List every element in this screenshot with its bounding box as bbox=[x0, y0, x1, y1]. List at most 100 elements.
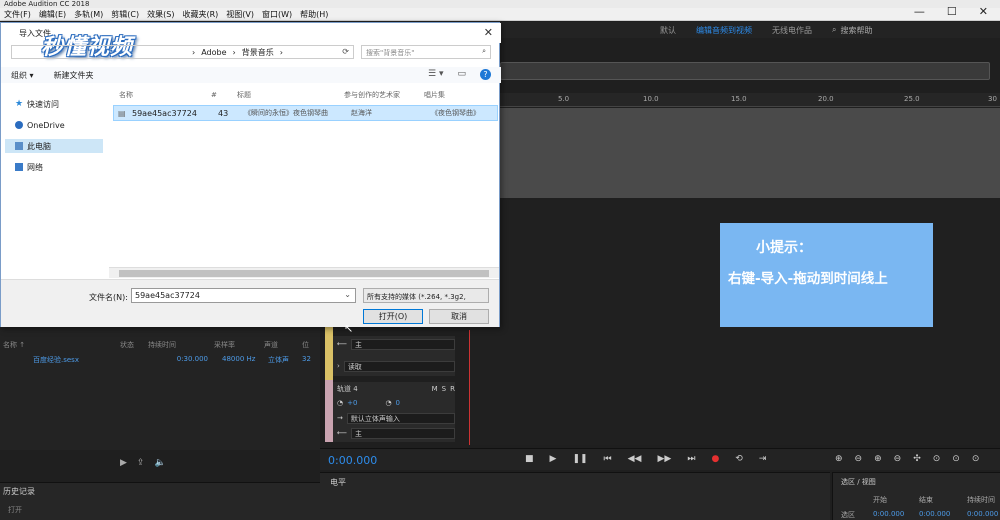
workspace-default[interactable]: 默认 bbox=[650, 25, 686, 36]
timecode[interactable]: 0:00.000 bbox=[328, 454, 377, 467]
play-icon[interactable]: ▶ bbox=[550, 454, 557, 464]
transport-bar: 0:00.000 ■ ▶ ❚❚ ⏮ ◀◀ ▶▶ ⏭ ● ⟲ ⇥ ⊕ ⊖ ⊕ ⊖ … bbox=[320, 448, 1000, 470]
track3-output[interactable]: ⟵ 主 bbox=[333, 338, 455, 350]
speaker-icon[interactable]: 🔈 bbox=[154, 458, 165, 472]
zoom-out-time-icon[interactable]: ⊖ bbox=[894, 454, 902, 464]
col-duration[interactable]: 持续时间 bbox=[148, 340, 214, 352]
selection-start[interactable]: 0:00.000 bbox=[873, 510, 904, 518]
stop-icon[interactable]: ■ bbox=[525, 454, 534, 464]
skip-icon[interactable]: ⇥ bbox=[759, 454, 767, 464]
rewind-icon[interactable]: ◀◀ bbox=[628, 454, 642, 464]
workspace-radio[interactable]: 无线电作品 bbox=[762, 25, 822, 36]
new-folder-button[interactable]: 新建文件夹 bbox=[54, 70, 94, 81]
go-to-end-icon[interactable]: ⏭ bbox=[687, 454, 695, 464]
menu-help[interactable]: 帮助(H) bbox=[296, 9, 332, 20]
volume-knob-icon[interactable]: ◔ bbox=[337, 399, 343, 407]
maximize-icon[interactable]: ☐ bbox=[947, 5, 957, 18]
list-item[interactable]: 百度经验.sesx 0:30.000 48000 Hz 立体声 32 bbox=[0, 355, 320, 365]
filename-input[interactable]: 59ae45ac37724 ⌄ bbox=[131, 288, 356, 303]
zoom-out-amplitude-icon[interactable]: ⊖ bbox=[855, 454, 863, 464]
col-channels[interactable]: 声道 bbox=[264, 340, 302, 352]
zoom-in-amplitude-icon[interactable]: ⊕ bbox=[835, 454, 843, 464]
search-help[interactable]: ⌕ 搜索帮助 bbox=[832, 25, 872, 36]
menu-edit[interactable]: 编辑(E) bbox=[35, 9, 70, 20]
col-bits[interactable]: 位 bbox=[302, 340, 316, 352]
go-to-start-icon[interactable]: ⏮ bbox=[604, 454, 612, 464]
menu-view[interactable]: 视图(V) bbox=[222, 9, 258, 20]
track4-mute-button[interactable]: M bbox=[432, 385, 438, 393]
menu-clip[interactable]: 剪辑(C) bbox=[107, 9, 143, 20]
col-status[interactable]: 状态 bbox=[120, 340, 148, 352]
col-title[interactable]: 标题 bbox=[237, 90, 344, 100]
track4-record-button[interactable]: R bbox=[450, 385, 455, 393]
playhead[interactable] bbox=[469, 330, 470, 445]
menu-file[interactable]: 文件(F) bbox=[0, 9, 35, 20]
close-icon[interactable]: ✕ bbox=[484, 26, 493, 39]
zoom-selection-icon[interactable]: ⊙ bbox=[933, 454, 941, 464]
zoom-out-point-icon[interactable]: ⊙ bbox=[972, 454, 980, 464]
track4-output[interactable]: ⟵ 主 bbox=[333, 427, 455, 439]
mouse-cursor-icon: ↖ bbox=[344, 322, 354, 335]
col-number[interactable]: # bbox=[211, 91, 237, 99]
selection-end[interactable]: 0:00.000 bbox=[919, 510, 950, 518]
track4-solo-button[interactable]: S bbox=[442, 385, 446, 393]
col-artist[interactable]: 参与创作的艺术家 bbox=[344, 90, 424, 100]
track4-input[interactable]: → 默认立体声输入 bbox=[333, 412, 455, 424]
pause-icon[interactable]: ❚❚ bbox=[572, 454, 587, 464]
horizontal-scrollbar[interactable] bbox=[109, 267, 499, 278]
breadcrumb-music[interactable]: 背景音乐 bbox=[242, 47, 274, 58]
track4-pan[interactable]: 0 bbox=[396, 399, 400, 407]
history-item[interactable]: 打开 bbox=[8, 505, 22, 515]
zoom-in-time-icon[interactable]: ⊕ bbox=[874, 454, 882, 464]
ruler-tick: 15.0 bbox=[731, 95, 747, 103]
record-icon[interactable]: ● bbox=[711, 454, 719, 464]
nav-onedrive[interactable]: OneDrive bbox=[5, 118, 103, 132]
organize-button[interactable]: 组织 ▾ bbox=[11, 70, 34, 81]
track4-volume[interactable]: +0 bbox=[347, 399, 357, 407]
nav-quick-access[interactable]: ★ 快速访问 bbox=[5, 97, 103, 111]
scrollbar-thumb[interactable] bbox=[119, 270, 489, 277]
zoom-fit-icon[interactable]: ✣ bbox=[913, 454, 921, 464]
track3-read-mode[interactable]: › 读取 bbox=[333, 360, 455, 372]
search-icon: ⌕ bbox=[482, 47, 486, 55]
ruler-tick: 5.0 bbox=[558, 95, 570, 103]
zoom-in-point-icon[interactable]: ⊙ bbox=[952, 454, 960, 464]
col-name[interactable]: 名称 ↑ bbox=[0, 340, 120, 352]
workspace-video[interactable]: 编辑音频到视频 bbox=[686, 25, 762, 36]
col-rate[interactable]: 采样率 bbox=[214, 340, 264, 352]
file-row-selected[interactable]: ▤ 59ae45ac37724 43 《瞬间的永恒》夜色钢琴曲 赵海洋 《夜色钢… bbox=[113, 105, 498, 121]
filetype-select[interactable]: 所有支持的媒体 (*.264, *.3g2, bbox=[363, 288, 489, 303]
ruler-tick: 20.0 bbox=[818, 95, 834, 103]
search-input[interactable]: 搜索"背景音乐" ⌕ bbox=[361, 45, 491, 59]
view-options-icon[interactable]: ☰ ▾ bbox=[428, 69, 443, 80]
menu-favorites[interactable]: 收藏夹(R) bbox=[178, 9, 222, 20]
refresh-icon[interactable]: ⟳ bbox=[342, 47, 349, 56]
chevron-down-icon[interactable]: ⌄ bbox=[344, 290, 351, 299]
col-album[interactable]: 唱片集 bbox=[424, 90, 484, 100]
clip-region[interactable] bbox=[500, 108, 1000, 198]
preview-pane-icon[interactable]: ▭ bbox=[457, 69, 466, 80]
menu-window[interactable]: 窗口(W) bbox=[258, 9, 296, 20]
nav-this-pc[interactable]: 此电脑 bbox=[5, 139, 103, 153]
breadcrumb-adobe[interactable]: Adobe bbox=[201, 48, 226, 57]
col-filename[interactable]: 名称 bbox=[111, 90, 211, 100]
menu-effects[interactable]: 效果(S) bbox=[143, 9, 178, 20]
address-bar[interactable]: › Adobe › 背景音乐 › ⟳ bbox=[11, 45, 354, 59]
fast-forward-icon[interactable]: ▶▶ bbox=[657, 454, 671, 464]
track4-name[interactable]: 轨道 4 bbox=[337, 384, 358, 394]
minimize-icon[interactable]: — bbox=[914, 5, 925, 18]
selection-duration[interactable]: 0:00.000 bbox=[967, 510, 998, 518]
pan-knob-icon[interactable]: ◔ bbox=[385, 399, 391, 407]
help-icon[interactable]: ? bbox=[480, 69, 491, 80]
timeline-nav-strip[interactable] bbox=[500, 62, 990, 80]
close-window-icon[interactable]: ✕ bbox=[979, 5, 988, 18]
open-button[interactable]: 打开(O) bbox=[363, 309, 423, 324]
export-icon[interactable]: ⇪ bbox=[137, 458, 145, 472]
files-header: 名称 ↑ 状态 持续时间 采样率 声道 位 bbox=[0, 340, 320, 352]
time-ruler[interactable]: 5.0 10.0 15.0 20.0 25.0 30 bbox=[500, 93, 1000, 107]
nav-network[interactable]: 网络 bbox=[5, 160, 103, 174]
menu-multitrack[interactable]: 多轨(M) bbox=[70, 9, 107, 20]
loop-icon[interactable]: ⟲ bbox=[735, 454, 743, 464]
play-icon[interactable]: ▶ bbox=[120, 458, 127, 472]
cancel-button[interactable]: 取消 bbox=[429, 309, 489, 324]
